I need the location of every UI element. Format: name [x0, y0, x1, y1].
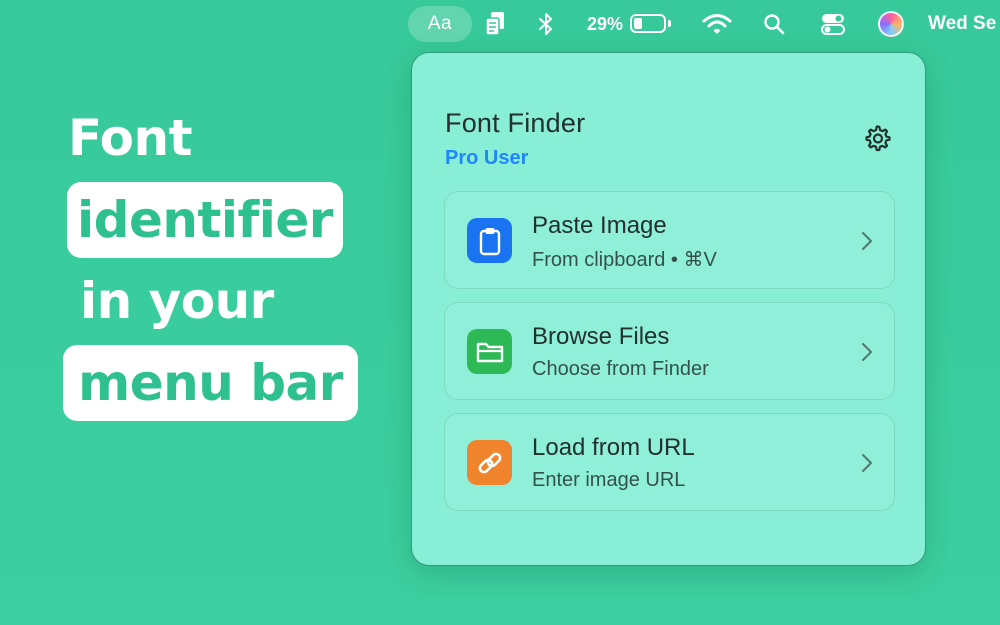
settings-button[interactable]: [861, 122, 893, 154]
battery-nub: [668, 20, 671, 27]
battery-percent: 29%: [586, 13, 624, 34]
headline-pill-menu-bar: menu bar: [63, 345, 358, 421]
browse-files-button[interactable]: Browse Files Choose from Finder: [444, 302, 895, 400]
bluetooth-icon[interactable]: [532, 0, 560, 48]
menu-bar: Aa 29% Wed Se: [0, 0, 1000, 48]
load-from-url-button[interactable]: Load from URL Enter image URL: [444, 413, 895, 511]
font-finder-label: Aa: [427, 13, 453, 34]
battery-level: [634, 18, 642, 29]
browse-files-title: Browse Files: [532, 323, 670, 350]
clipboard-app-icon[interactable]: [478, 0, 512, 48]
chevron-right-icon: [862, 343, 872, 361]
panel-title: Font Finder: [445, 108, 586, 138]
gear-icon: [865, 125, 891, 152]
headline-line-1: Font: [68, 109, 192, 167]
headline-line-2: identifier: [77, 191, 333, 249]
chevron-right-icon: [862, 454, 872, 472]
load-from-url-subtitle: Enter image URL: [532, 469, 686, 491]
link-icon: [467, 440, 512, 485]
control-center-icon[interactable]: [817, 0, 849, 48]
headline-pill-identifier: identifier: [67, 182, 343, 258]
headline-line-4: menu bar: [78, 354, 343, 412]
menubar-date[interactable]: Wed Se: [928, 0, 1000, 48]
search-icon[interactable]: [760, 0, 788, 48]
paste-image-button[interactable]: Paste Image From clipboard • ⌘V: [444, 191, 895, 289]
load-from-url-title: Load from URL: [532, 434, 695, 461]
siri-icon[interactable]: [878, 11, 904, 37]
battery-icon[interactable]: [630, 14, 666, 33]
headline-line-3: in your: [80, 272, 274, 330]
wifi-icon[interactable]: [700, 0, 734, 48]
clipboard-icon: [467, 218, 512, 263]
browse-files-subtitle: Choose from Finder: [532, 358, 709, 380]
chevron-right-icon: [862, 232, 872, 250]
font-finder-menu-button[interactable]: Aa: [408, 6, 472, 42]
paste-image-subtitle: From clipboard • ⌘V: [532, 249, 717, 271]
font-finder-popover: Font Finder Pro User Paste Image From cl…: [411, 52, 926, 566]
folder-icon: [467, 329, 512, 374]
account-status: Pro User: [445, 147, 529, 169]
paste-image-title: Paste Image: [532, 212, 667, 239]
